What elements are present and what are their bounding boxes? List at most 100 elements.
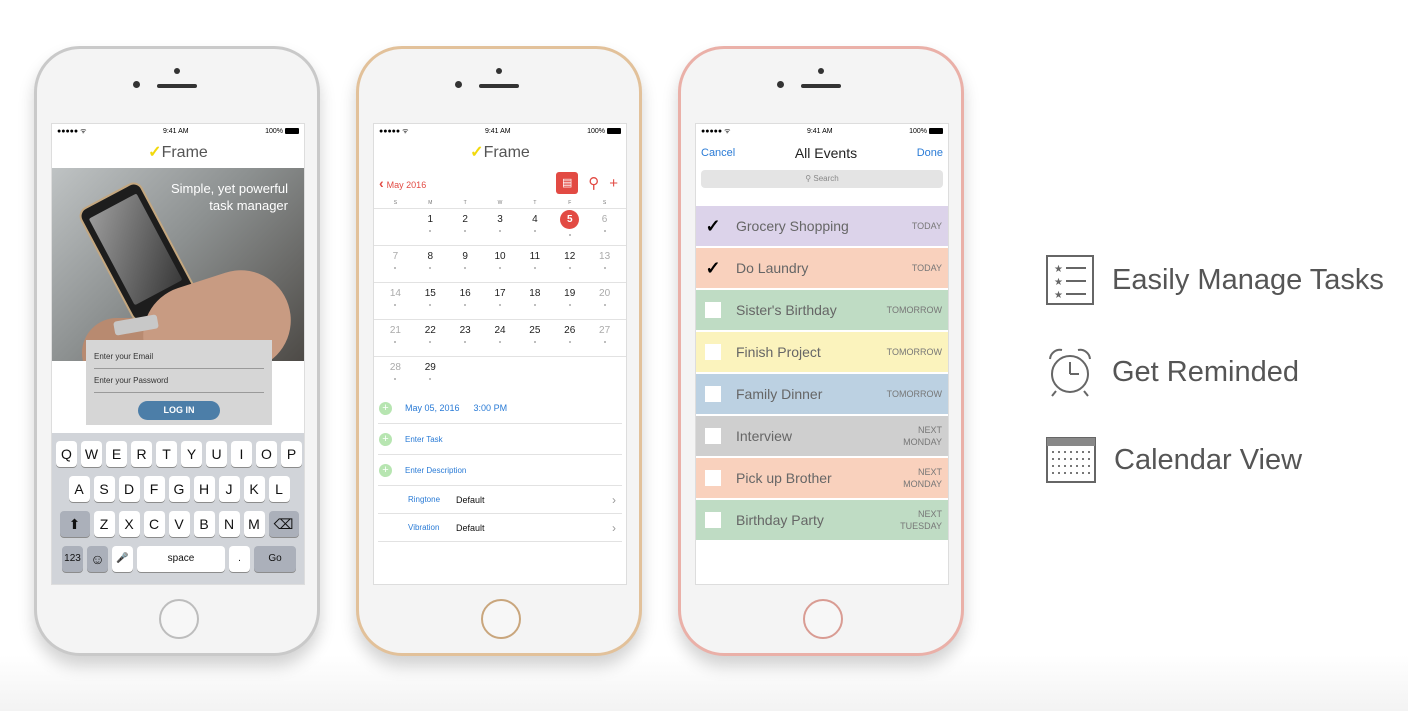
calendar-day[interactable]: 23 [448,320,483,356]
back-to-month-button[interactable]: ‹ May 2016 [379,175,426,191]
calendar-day[interactable]: 15 [413,283,448,319]
calendar-day[interactable]: 18 [517,283,552,319]
calendar-day[interactable]: 8 [413,246,448,282]
calendar-day[interactable]: 28 [378,357,413,393]
key-n[interactable]: N [218,511,240,537]
home-button[interactable] [481,599,521,639]
login-button[interactable]: LOG IN [138,401,220,420]
date-time-row[interactable]: + May 05, 2016 3:00 PM [378,393,622,424]
period-key[interactable]: . [229,546,250,572]
calendar-day[interactable]: 19 [552,283,587,319]
unchecked-checkbox[interactable] [705,344,721,360]
unchecked-checkbox[interactable] [705,512,721,528]
event-row[interactable]: ✓ Grocery Shopping TODAY [696,206,948,246]
unchecked-checkbox[interactable] [705,386,721,402]
done-button[interactable]: Done [917,147,943,159]
calendar-day[interactable]: 14 [378,283,413,319]
key-y[interactable]: Y [181,441,202,467]
key-o[interactable]: O [256,441,277,467]
calendar-day[interactable]: 20 [587,283,622,319]
calendar-day[interactable]: 5 [552,209,587,245]
calendar-day[interactable]: 2 [448,209,483,245]
event-row[interactable]: Birthday Party NEXT TUESDAY [696,500,948,540]
key-r[interactable]: R [131,441,152,467]
password-field[interactable]: Enter your Password [94,369,264,393]
key-x[interactable]: X [118,511,140,537]
emoji-key[interactable]: ☺ [87,546,108,572]
space-key[interactable]: space [137,546,225,572]
calendar-day[interactable]: 6 [587,209,622,245]
calendar-day[interactable]: 7 [378,246,413,282]
go-key[interactable]: Go [254,546,296,572]
vibration-row[interactable]: Vibration Default › [378,514,622,542]
home-button[interactable] [803,599,843,639]
key-f[interactable]: F [143,476,165,502]
calendar-day[interactable]: 10 [483,246,518,282]
key-m[interactable]: M [243,511,265,537]
calendar-day[interactable]: 11 [517,246,552,282]
calendar-day[interactable]: 4 [517,209,552,245]
search-input[interactable]: ⚲ Search [701,170,943,188]
key-z[interactable]: Z [93,511,115,537]
key-v[interactable]: V [168,511,190,537]
key-k[interactable]: K [243,476,265,502]
calendar-day[interactable]: 16 [448,283,483,319]
key-e[interactable]: E [106,441,127,467]
email-field[interactable]: Enter your Email [94,345,264,369]
description-input[interactable]: Enter Description [405,466,466,475]
calendar-day[interactable]: 26 [552,320,587,356]
shift-key[interactable]: ⬆ [59,511,90,537]
event-row[interactable]: Finish Project TOMORROW [696,332,948,372]
calendar-day[interactable]: 3 [483,209,518,245]
calendar-day[interactable]: 12 [552,246,587,282]
event-row[interactable]: Sister's Birthday TOMORROW [696,290,948,330]
calendar-icon-cell [1052,465,1054,467]
key-c[interactable]: C [143,511,165,537]
key-i[interactable]: I [231,441,252,467]
home-button[interactable] [159,599,199,639]
key-t[interactable]: T [156,441,177,467]
key-l[interactable]: L [268,476,290,502]
key-j[interactable]: J [218,476,240,502]
key-a[interactable]: A [68,476,90,502]
key-g[interactable]: G [168,476,190,502]
unchecked-checkbox[interactable] [705,302,721,318]
calendar-day[interactable]: 9 [448,246,483,282]
checked-checkbox[interactable]: ✓ [705,259,721,277]
calendar-day[interactable]: 27 [587,320,622,356]
checked-checkbox[interactable]: ✓ [705,217,721,235]
event-row[interactable]: Pick up Brother NEXT MONDAY [696,458,948,498]
calendar-day[interactable]: 22 [413,320,448,356]
unchecked-checkbox[interactable] [705,428,721,444]
calendar-day[interactable]: 29 [413,357,448,393]
ringtone-row[interactable]: Ringtone Default › [378,486,622,514]
cancel-button[interactable]: Cancel [701,147,735,159]
event-row[interactable]: ✓ Do Laundry TODAY [696,248,948,288]
calendar-day[interactable]: 13 [587,246,622,282]
backspace-key[interactable]: ⌫ [268,511,299,537]
numbers-key[interactable]: 123 [62,546,83,572]
description-row[interactable]: + Enter Description [378,455,622,486]
calendar-day[interactable]: 25 [517,320,552,356]
add-icon[interactable]: + [609,175,618,192]
unchecked-checkbox[interactable] [705,470,721,486]
search-icon[interactable]: ⚲ [588,174,599,192]
event-row[interactable]: Family Dinner TOMORROW [696,374,948,414]
event-row[interactable]: Interview NEXT MONDAY [696,416,948,456]
microphone-key[interactable]: 🎤 [112,546,133,572]
key-h[interactable]: H [193,476,215,502]
calendar-day[interactable]: 17 [483,283,518,319]
calendar-day[interactable]: 1 [413,209,448,245]
key-p[interactable]: P [281,441,302,467]
calendar-day[interactable]: 21 [378,320,413,356]
key-w[interactable]: W [81,441,102,467]
key-s[interactable]: S [93,476,115,502]
key-b[interactable]: B [193,511,215,537]
task-row[interactable]: + Enter Task [378,424,622,455]
key-q[interactable]: Q [56,441,77,467]
key-d[interactable]: D [118,476,140,502]
inbox-icon[interactable]: ▤ [556,172,579,194]
calendar-day[interactable]: 24 [483,320,518,356]
key-u[interactable]: U [206,441,227,467]
task-input[interactable]: Enter Task [405,435,443,444]
